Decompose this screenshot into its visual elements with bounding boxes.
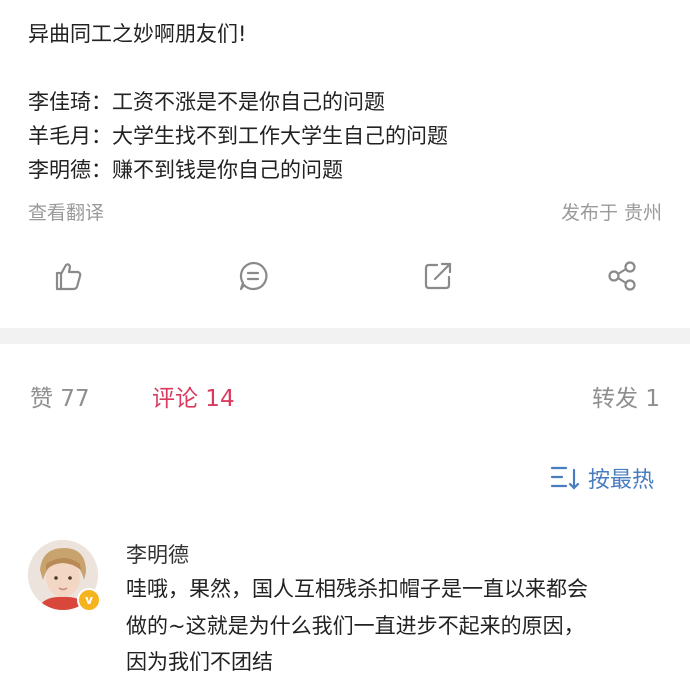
comment-line-3: 因为我们不团结 bbox=[126, 650, 273, 674]
post-action-bar bbox=[0, 256, 690, 300]
sort-icon bbox=[550, 466, 580, 490]
tab-reposts[interactable]: 转发 1 bbox=[592, 379, 660, 413]
translate-link[interactable]: 查看翻译 bbox=[28, 198, 104, 225]
comment-icon bbox=[239, 261, 268, 291]
repost-button[interactable] bbox=[418, 256, 458, 296]
like-button[interactable] bbox=[48, 256, 88, 296]
share-button[interactable] bbox=[602, 256, 642, 296]
comment-button[interactable] bbox=[233, 256, 273, 296]
tab-likes[interactable]: 赞 77 bbox=[30, 379, 90, 413]
location-label: 发布于 贵州 bbox=[560, 202, 662, 224]
repost-icon bbox=[424, 262, 452, 290]
tab-comments[interactable]: 评论 14 bbox=[152, 379, 235, 413]
sort-hot-label: 按最热 bbox=[588, 468, 655, 493]
post-line-4: 李明德：赚不到钱是你自己的问题 bbox=[28, 158, 343, 182]
verified-badge-icon: v bbox=[77, 588, 101, 612]
post-line-2: 李佳琦：工资不涨是不是你自己的问题 bbox=[28, 90, 385, 114]
comment-line-1: 哇哦，果然，国人互相残杀扣帽子是一直以来都会 bbox=[126, 577, 588, 601]
comment-author[interactable]: 李明德 bbox=[126, 539, 189, 569]
sort-hot-button[interactable]: 按最热 bbox=[550, 462, 670, 493]
comment-line-2: 做的~这就是为什么我们一直进步不起来的原因， bbox=[126, 614, 585, 638]
section-divider bbox=[0, 328, 690, 344]
like-icon bbox=[55, 263, 82, 291]
post-line-1: 异曲同工之妙啊朋友们! bbox=[28, 22, 247, 46]
share-icon bbox=[608, 261, 636, 291]
post-line-3: 羊毛月：大学生找不到工作大学生自己的问题 bbox=[28, 124, 448, 148]
